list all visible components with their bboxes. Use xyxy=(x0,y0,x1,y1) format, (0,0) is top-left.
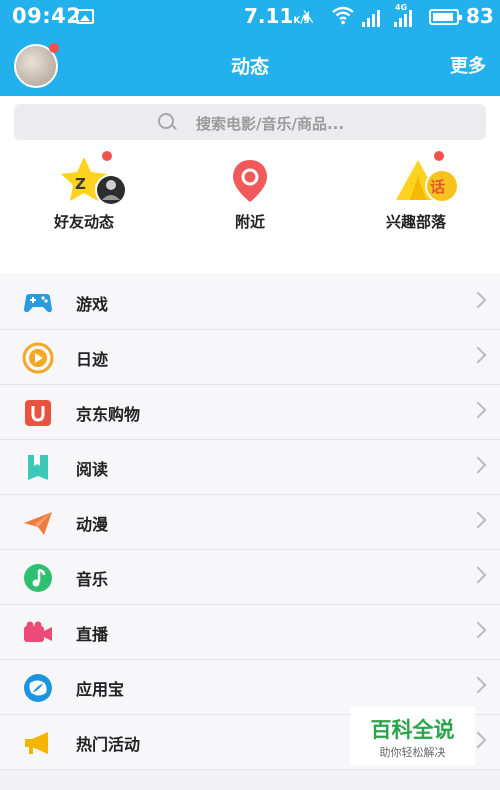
signal-bars-icon xyxy=(362,9,384,27)
battery-icon xyxy=(429,9,462,25)
chevron-right-icon xyxy=(469,291,487,309)
page-title: 动态 xyxy=(230,56,269,78)
quick-entry-tribe[interactable]: 话 兴趣部落 xyxy=(336,148,496,274)
chevron-right-icon xyxy=(469,676,487,694)
status-bar: 09:42 7.11K/s 🔇︎ 4G 83 xyxy=(0,0,500,34)
list-item-label: 音乐 xyxy=(76,570,109,589)
play-circle-icon xyxy=(22,342,54,374)
search-icon xyxy=(158,113,174,129)
list-item-label: 热门活动 xyxy=(76,735,141,754)
list-item-label: 日迹 xyxy=(76,350,109,369)
watermark-subtitle: 助你轻松解决 xyxy=(379,746,446,759)
star-friends-icon: Z xyxy=(61,157,127,206)
quick-entry-label: 兴趣部落 xyxy=(385,213,446,231)
location-pin-icon xyxy=(233,160,267,202)
chevron-right-icon xyxy=(469,621,487,639)
app-store-icon xyxy=(24,674,52,702)
search-placeholder: 搜索电影/音乐/商品... xyxy=(196,115,345,133)
jd-magnet-icon xyxy=(25,400,51,426)
list-item-moments[interactable]: 日迹 xyxy=(0,330,500,385)
list-item-live[interactable]: 直播 xyxy=(0,605,500,660)
wifi-icon xyxy=(331,5,355,30)
signal-4g-icon: 4G xyxy=(394,3,416,27)
chevron-right-icon xyxy=(469,566,487,584)
image-notification-icon xyxy=(76,9,94,24)
list-item-label: 动漫 xyxy=(76,515,109,534)
watermark-logo: 百科全说 助你轻松解决 xyxy=(350,706,475,766)
list-item-label: 直播 xyxy=(76,625,109,644)
gamepad-icon xyxy=(24,294,52,313)
search-input[interactable]: 搜索电影/音乐/商品... xyxy=(14,104,486,140)
bookmark-icon xyxy=(28,455,48,480)
battery-level: 83 xyxy=(466,4,494,28)
quick-entry-friends[interactable]: Z 好友动态 xyxy=(4,148,164,274)
quick-entry-label: 好友动态 xyxy=(53,213,114,231)
paper-plane-icon xyxy=(24,512,52,535)
quick-entry-nearby[interactable]: 附近 xyxy=(170,148,330,274)
list-item-label: 应用宝 xyxy=(76,680,125,699)
tribe-tent-icon: 话 xyxy=(396,160,459,203)
quick-entry-label: 附近 xyxy=(234,213,265,231)
list-item-label: 阅读 xyxy=(76,460,109,479)
list-item-anime[interactable]: 动漫 xyxy=(0,495,500,550)
search-area: 搜索电影/音乐/商品... xyxy=(0,96,500,148)
list-item-reading[interactable]: 阅读 xyxy=(0,440,500,495)
svg-text:Z: Z xyxy=(75,175,86,193)
top-header: 动态 更多 xyxy=(0,34,500,96)
network-speed: 7.11K/s xyxy=(244,4,309,28)
mute-icon: 🔇︎ xyxy=(303,6,315,27)
quick-entries: Z 好友动态 附近 话 兴趣部落 xyxy=(0,148,500,274)
watermark-title: 百科全说 xyxy=(370,718,455,742)
tribe-badge-dot xyxy=(434,151,444,161)
list-item-games[interactable]: 游戏 xyxy=(0,275,500,330)
music-note-icon xyxy=(24,564,52,592)
more-button[interactable]: 更多 xyxy=(450,52,486,78)
chevron-right-icon xyxy=(469,511,487,529)
list-item-music[interactable]: 音乐 xyxy=(0,550,500,605)
svg-text:话: 话 xyxy=(430,178,445,196)
chevron-right-icon xyxy=(469,346,487,364)
megaphone-icon xyxy=(25,732,48,754)
list-item-label: 游戏 xyxy=(76,295,109,314)
video-camera-icon xyxy=(24,621,52,642)
status-time: 09:42 xyxy=(12,4,82,28)
chevron-right-icon xyxy=(469,401,487,419)
list-item-label: 京东购物 xyxy=(76,405,141,424)
friends-badge-dot xyxy=(102,151,112,161)
list-item-jd-shopping[interactable]: 京东购物 xyxy=(0,385,500,440)
chevron-right-icon xyxy=(469,456,487,474)
